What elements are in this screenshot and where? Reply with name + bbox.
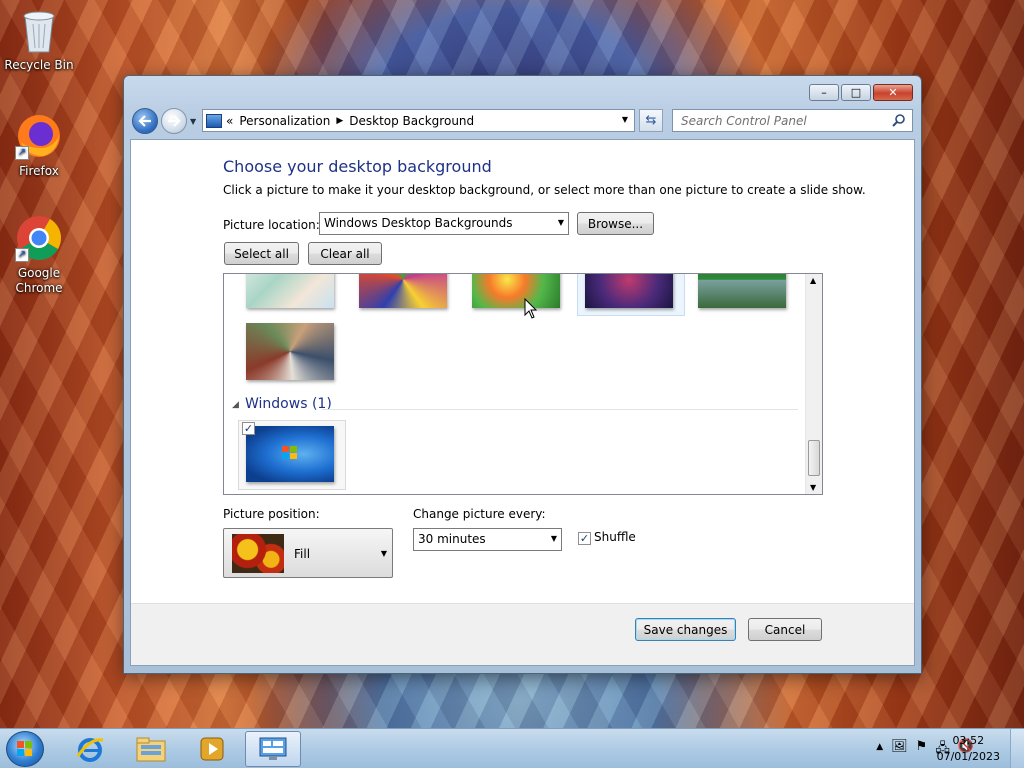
firefox-label: Firefox <box>19 164 59 178</box>
control-panel-icon <box>206 113 222 128</box>
content-pane: Choose your desktop background Click a p… <box>130 139 915 666</box>
shortcut-arrow-icon: ↗ <box>15 146 29 160</box>
show-hidden-icons-icon[interactable]: ▲ <box>876 742 883 761</box>
change-picture-interval-dropdown[interactable]: 30 minutes ▼ <box>413 528 562 551</box>
save-changes-button[interactable]: Save changes <box>635 618 736 641</box>
wallpaper-thumbnail[interactable] <box>359 274 447 308</box>
mouse-cursor-icon <box>524 298 538 319</box>
media-player-icon <box>200 737 224 761</box>
chevron-down-icon: ▼ <box>380 549 387 558</box>
change-picture-every-label: Change picture every: <box>413 507 546 521</box>
search-input[interactable]: Search Control Panel <box>672 109 913 132</box>
breadcrumb-separator-icon[interactable]: ▶ <box>336 116 343 126</box>
command-bar: Save changes Cancel <box>131 603 914 665</box>
action-center-icon[interactable]: 🖼 <box>891 739 908 761</box>
group-divider <box>322 409 798 410</box>
picture-position-dropdown[interactable]: Fill ▼ <box>223 528 393 578</box>
recycle-bin-label: Recycle Bin <box>4 58 74 72</box>
back-button[interactable] <box>132 108 158 134</box>
scroll-up-icon[interactable]: ▲ <box>810 276 816 285</box>
chrome-icon: ↗ <box>15 214 63 262</box>
picture-location-label: Picture location: <box>223 218 320 232</box>
system-clock[interactable]: 03:52 07/01/2023 <box>937 733 1000 765</box>
shuffle-label[interactable]: Shuffle <box>594 530 636 544</box>
maximize-icon: □ <box>850 86 862 99</box>
windows-start-icon <box>17 741 32 756</box>
minimize-icon: – <box>821 85 827 99</box>
close-icon: ✕ <box>888 86 898 99</box>
gallery-scrollbar[interactable]: ▲ ▼ <box>805 274 822 494</box>
internet-explorer-icon <box>76 738 104 762</box>
picture-position-label: Picture position: <box>223 507 320 521</box>
shuffle-checkbox[interactable]: ✓ <box>578 532 591 545</box>
group-header-windows[interactable]: Windows (1) <box>245 396 332 412</box>
close-button[interactable]: ✕ <box>873 84 913 101</box>
wallpaper-thumbnail[interactable] <box>246 274 334 308</box>
select-all-button[interactable]: Select all <box>224 242 299 265</box>
chevron-down-icon: ▼ <box>550 534 557 543</box>
chevron-down-icon: ▼ <box>557 218 564 227</box>
wallpaper-thumbnail[interactable] <box>472 274 560 308</box>
flag-icon[interactable]: ⚑ <box>916 739 928 761</box>
wallpaper-thumbnail[interactable] <box>585 274 673 308</box>
wallpaper-thumbnail[interactable] <box>246 323 334 380</box>
search-placeholder: Search Control Panel <box>681 114 807 128</box>
page-title: Choose your desktop background <box>223 157 492 176</box>
back-arrow-icon <box>138 115 151 127</box>
taskbar-control-panel[interactable] <box>245 731 301 767</box>
minimize-button[interactable]: – <box>809 84 839 101</box>
control-panel-window: – □ ✕ ▼ « Personalization ▶ Desktop Back… <box>123 75 922 674</box>
clock-date: 07/01/2023 <box>936 750 1000 763</box>
picture-location-dropdown[interactable]: Windows Desktop Backgrounds ▼ <box>319 212 569 235</box>
picture-gallery[interactable]: ◢ Windows (1) ✓ ▲ ▼ <box>223 273 823 495</box>
wallpaper-checkbox[interactable]: ✓ <box>242 422 255 435</box>
scroll-down-icon[interactable]: ▼ <box>810 483 816 492</box>
scrollbar-thumb[interactable] <box>808 440 820 476</box>
folder-icon <box>136 737 166 762</box>
shortcut-arrow-icon: ↗ <box>15 248 29 262</box>
recent-pages-chevron-icon[interactable]: ▼ <box>190 117 196 126</box>
show-desktop-button[interactable] <box>1010 729 1024 768</box>
search-icon[interactable] <box>892 113 906 127</box>
group-collapse-icon[interactable]: ◢ <box>232 400 239 410</box>
navigation-bar: ▼ « Personalization ▶ Desktop Background… <box>132 106 913 134</box>
wallpaper-thumbnail[interactable] <box>698 274 786 308</box>
control-panel-taskbar-icon <box>259 737 287 760</box>
refresh-button[interactable]: ⇆ <box>639 109 663 132</box>
flower-preview-image <box>232 534 284 573</box>
breadcrumb-personalization[interactable]: Personalization <box>239 114 330 128</box>
chrome-label: Google Chrome <box>15 266 63 295</box>
browse-button[interactable]: Browse... <box>577 212 654 235</box>
maximize-button[interactable]: □ <box>841 84 871 101</box>
forward-arrow-icon <box>168 115 181 127</box>
address-dropdown-icon[interactable]: ▼ <box>622 115 628 124</box>
windows-wallpaper-thumbnail[interactable] <box>246 426 334 482</box>
cancel-button[interactable]: Cancel <box>748 618 822 641</box>
chrome-shortcut[interactable]: ↗ Google Chrome <box>4 214 74 296</box>
breadcrumb-desktop-background[interactable]: Desktop Background <box>349 114 474 128</box>
clear-all-button[interactable]: Clear all <box>308 242 382 265</box>
taskbar-windows-explorer[interactable] <box>123 731 179 767</box>
forward-button[interactable] <box>161 108 187 134</box>
address-bar[interactable]: « Personalization ▶ Desktop Background ▼ <box>202 109 635 132</box>
recycle-bin-icon <box>15 6 63 54</box>
taskbar-media-player[interactable] <box>184 731 240 767</box>
firefox-icon: ↗ <box>15 112 63 160</box>
picture-location-value: Windows Desktop Backgrounds <box>324 216 513 230</box>
refresh-icon: ⇆ <box>645 113 657 128</box>
taskbar-internet-explorer[interactable] <box>62 731 118 767</box>
change-picture-interval-value: 30 minutes <box>418 532 486 546</box>
recycle-bin-shortcut[interactable]: Recycle Bin <box>4 6 74 73</box>
window-controls: – □ ✕ <box>809 84 913 101</box>
picture-position-value: Fill <box>294 547 311 561</box>
windows-logo-icon <box>282 446 297 459</box>
page-description: Click a picture to make it your desktop … <box>223 183 866 197</box>
clock-time: 03:52 <box>952 734 985 747</box>
taskbar: ▲ 🖼 ⚑ 🖧 🔇 03:52 07/01/2023 <box>0 728 1024 768</box>
firefox-shortcut[interactable]: ↗ Firefox <box>4 112 74 179</box>
address-overflow-icon[interactable]: « <box>226 114 233 128</box>
start-button[interactable] <box>6 731 44 767</box>
